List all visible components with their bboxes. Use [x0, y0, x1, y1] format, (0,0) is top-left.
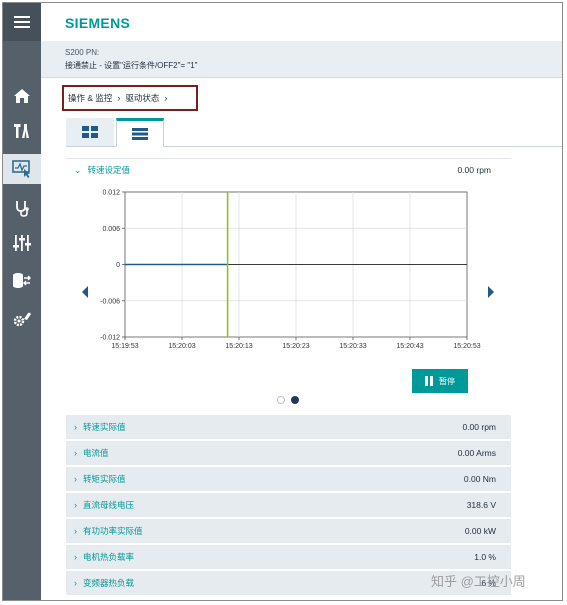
parameter-value: 1.0 %: [474, 552, 496, 562]
chart-panel-value: 0.00 rpm: [457, 165, 491, 175]
app-header: SIEMENS: [41, 3, 562, 42]
pager-dot-2[interactable]: [291, 396, 299, 404]
y-tick-label: -0.012: [100, 335, 120, 342]
y-tick-label: 0.012: [102, 190, 120, 197]
chart-pager: [277, 396, 299, 404]
y-tick-label: 0: [116, 262, 120, 269]
parameter-value: 318.6 V: [466, 500, 496, 510]
parameter-value: 0.00 Arms: [457, 448, 496, 458]
watermark: 知乎 @工控小周: [431, 574, 526, 589]
siemens-logo: SIEMENS: [65, 15, 131, 31]
pause-label: 暂停: [439, 376, 455, 386]
chart-next-arrow-icon[interactable]: [488, 286, 494, 298]
breadcrumb-separator: ›: [164, 93, 168, 103]
parameter-row[interactable]: › 直流母线电压 318.6 V: [66, 493, 511, 517]
breadcrumb: 操作 & 监控 › 驱动状态 ›: [62, 85, 198, 111]
chevron-right-icon: ›: [74, 552, 77, 562]
parameter-value: 0.00 rpm: [462, 422, 496, 432]
chevron-right-icon: ›: [74, 500, 77, 510]
parameter-label: 有功功率实际值: [83, 526, 143, 536]
parameter-row[interactable]: › 转速实际值 0.00 rpm: [66, 415, 511, 439]
parameter-label: 直流母线电压: [83, 500, 135, 510]
status-bar: S200 PN: 接通禁止 - 设置"运行条件/OFF2"= "1": [41, 41, 562, 78]
sliders-icon[interactable]: [3, 228, 41, 258]
pager-dot-1[interactable]: [277, 396, 285, 404]
speed-setpoint-chart: 15:19:53 15:20:03 15:20:13 15:20:23 15:20:33…: [82, 190, 494, 350]
chart-panel: ⌄ 转速设定值 0.00 rpm 15:19:53 15:20:03 15:20:1…: [66, 158, 511, 408]
diagnostics-icon[interactable]: [3, 193, 41, 223]
chevron-right-icon: ›: [74, 526, 77, 536]
parameter-label: 变频器热负载: [83, 578, 135, 588]
chevron-right-icon: ›: [74, 422, 77, 432]
view-tabs: [66, 118, 562, 147]
x-tick-label: 15:20:33: [339, 343, 366, 350]
chart-prev-arrow-icon[interactable]: [82, 286, 88, 298]
parameter-list: › 转速实际值 0.00 rpm › 电流值 0.00 Arms › 转矩实际值 0.00 …: [66, 415, 511, 597]
x-tick-label: 15:20:23: [282, 343, 309, 350]
chevron-right-icon: ›: [74, 474, 77, 484]
x-tick-label: 15:20:03: [168, 343, 195, 350]
chevron-right-icon: ›: [74, 448, 77, 458]
parameter-row[interactable]: › 电流值 0.00 Arms: [66, 441, 511, 465]
chart-panel-title: 转速设定值: [87, 165, 131, 175]
breadcrumb-separator: ›: [117, 93, 121, 103]
chevron-right-icon: ›: [74, 578, 77, 588]
settings-wrench-icon[interactable]: [3, 304, 41, 334]
database-transfer-icon[interactable]: [3, 266, 41, 296]
x-tick-label: 15:20:13: [225, 343, 252, 350]
parameter-row[interactable]: › 转矩实际值 0.00 Nm: [66, 467, 511, 491]
tools-icon[interactable]: [3, 116, 41, 146]
chart-panel-header[interactable]: ⌄ 转速设定值 0.00 rpm: [66, 158, 511, 181]
pause-icon: [425, 376, 433, 386]
parameter-label: 转速实际值: [83, 422, 126, 432]
menu-icon[interactable]: [3, 3, 41, 41]
y-tick-label: 0.006: [102, 226, 120, 233]
breadcrumb-item-drive-status[interactable]: 驱动状态: [125, 92, 159, 104]
parameter-label: 电流值: [83, 448, 109, 458]
grid-view-icon: [82, 126, 98, 138]
x-tick-label: 15:20:43: [396, 343, 423, 350]
device-name: S200 PN:: [65, 48, 100, 57]
x-tick-label: 15:20:53: [453, 343, 480, 350]
tab-grid-view[interactable]: [66, 118, 114, 146]
parameter-label: 电机热负载率: [83, 552, 135, 562]
app-window: SIEMENS S200 PN: 接通禁止 - 设置"运行条件/OFF2"= "…: [2, 2, 563, 601]
parameter-value: 0.00 Nm: [463, 474, 496, 484]
status-message: 接通禁止 - 设置"运行条件/OFF2"= "1": [65, 61, 198, 70]
list-view-icon: [132, 128, 148, 140]
parameter-row[interactable]: › 有功功率实际值 0.00 kW: [66, 519, 511, 543]
parameter-row[interactable]: › 电机热负载率 1.0 %: [66, 545, 511, 569]
parameter-label: 转矩实际值: [83, 474, 126, 484]
y-tick-label: -0.006: [100, 298, 120, 305]
pause-button[interactable]: 暂停: [412, 369, 468, 393]
tab-list-view[interactable]: [116, 118, 164, 147]
parameter-value: 0.00 kW: [464, 526, 496, 536]
x-tick-label: 15:19:53: [111, 343, 138, 350]
monitor-icon[interactable]: [3, 154, 41, 184]
home-icon[interactable]: [3, 81, 41, 111]
chevron-down-icon: ⌄: [74, 164, 82, 175]
breadcrumb-item-operate-monitor[interactable]: 操作 & 监控: [68, 92, 112, 104]
sidebar: [3, 3, 41, 600]
